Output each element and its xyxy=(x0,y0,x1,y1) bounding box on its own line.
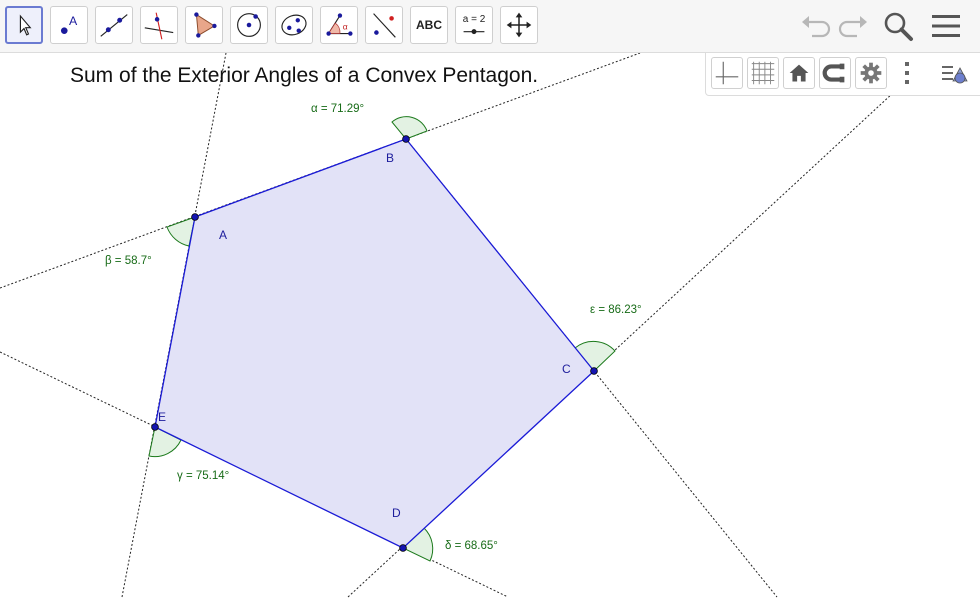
magnet-icon xyxy=(822,63,845,83)
angle-tool-label: α xyxy=(343,22,348,32)
text-tool[interactable]: ABC xyxy=(410,6,448,44)
move-tool[interactable] xyxy=(5,6,43,44)
text-tool-label: ABC xyxy=(416,18,442,32)
graphics-style-bar xyxy=(705,53,980,96)
point-e[interactable] xyxy=(151,423,159,431)
home-icon xyxy=(789,64,809,82)
toolbar: A α ABC a = 2 xyxy=(0,0,980,53)
angle-icon: α xyxy=(326,13,353,36)
point-a[interactable] xyxy=(191,213,199,221)
label-angle-alpha: α = 71.29° xyxy=(311,103,364,115)
label-angle-gamma: γ = 75.14° xyxy=(177,470,229,482)
label-point-c: C xyxy=(562,362,571,376)
undo-button[interactable] xyxy=(798,8,834,44)
line-tool[interactable] xyxy=(95,6,133,44)
pentagon-polygon[interactable] xyxy=(154,138,595,549)
search-icon xyxy=(884,12,913,41)
axes-icon xyxy=(715,61,739,85)
graphics-view[interactable]: A B C D E α = 71.29° β = 58.7° γ = 75.14… xyxy=(0,52,980,600)
line-icon xyxy=(100,14,128,37)
angle-tool[interactable]: α xyxy=(320,6,358,44)
more-options-button[interactable] xyxy=(891,57,923,89)
redo-button[interactable] xyxy=(835,8,871,44)
gear-icon xyxy=(860,62,882,84)
move-graphics-view-tool[interactable] xyxy=(500,6,538,44)
angle-alpha-sector xyxy=(391,116,428,140)
point-icon: A xyxy=(60,14,78,34)
main-menu-button[interactable] xyxy=(928,8,964,44)
move-arrows-icon xyxy=(506,12,532,38)
label-point-b: B xyxy=(386,151,394,165)
label-angle-epsilon: ε = 86.23° xyxy=(590,304,642,316)
point-tool-label: A xyxy=(69,14,78,28)
reflect-tool[interactable] xyxy=(365,6,403,44)
redo-icon xyxy=(838,16,867,38)
more-vertical-icon xyxy=(905,62,909,84)
point-tool[interactable]: A xyxy=(50,6,88,44)
polygon-tool[interactable] xyxy=(185,6,223,44)
style-toggle-icon xyxy=(942,66,968,84)
circle-center-point-tool[interactable] xyxy=(230,6,268,44)
point-d[interactable] xyxy=(399,544,407,552)
conic-tool[interactable] xyxy=(275,6,313,44)
point-b[interactable] xyxy=(402,135,410,143)
geometry-drawing: A B C D E α = 71.29° β = 58.7° γ = 75.14… xyxy=(0,52,894,598)
label-angle-beta: β = 58.7° xyxy=(105,255,152,267)
standard-view-button[interactable] xyxy=(783,57,815,89)
cursor-arrow-icon xyxy=(19,14,32,36)
circle-icon xyxy=(237,13,261,37)
page-title: Sum of the Exterior Angles of a Convex P… xyxy=(70,64,539,87)
label-point-e: E xyxy=(158,410,166,424)
ellipse-icon xyxy=(281,14,307,36)
point-capturing-button[interactable] xyxy=(819,57,851,89)
slider-tool[interactable]: a = 2 xyxy=(455,6,493,44)
undo-icon xyxy=(802,16,831,38)
polygon-icon xyxy=(194,12,217,38)
search-button[interactable] xyxy=(880,8,916,44)
show-grid-button[interactable] xyxy=(747,57,779,89)
perpendicular-line-icon xyxy=(144,12,174,40)
grid-icon xyxy=(751,61,775,85)
label-point-d: D xyxy=(392,506,401,520)
label-angle-delta: δ = 68.65° xyxy=(445,540,498,552)
menu-icon xyxy=(932,15,960,37)
show-axes-button[interactable] xyxy=(711,57,743,89)
graphics-settings-button[interactable] xyxy=(855,57,887,89)
point-c[interactable] xyxy=(590,367,598,375)
slider-icon xyxy=(463,29,485,35)
toggle-style-bar-button[interactable] xyxy=(939,57,971,89)
reflect-about-line-icon xyxy=(373,13,396,38)
label-point-a: A xyxy=(219,228,227,242)
perpendicular-line-tool[interactable] xyxy=(140,6,178,44)
